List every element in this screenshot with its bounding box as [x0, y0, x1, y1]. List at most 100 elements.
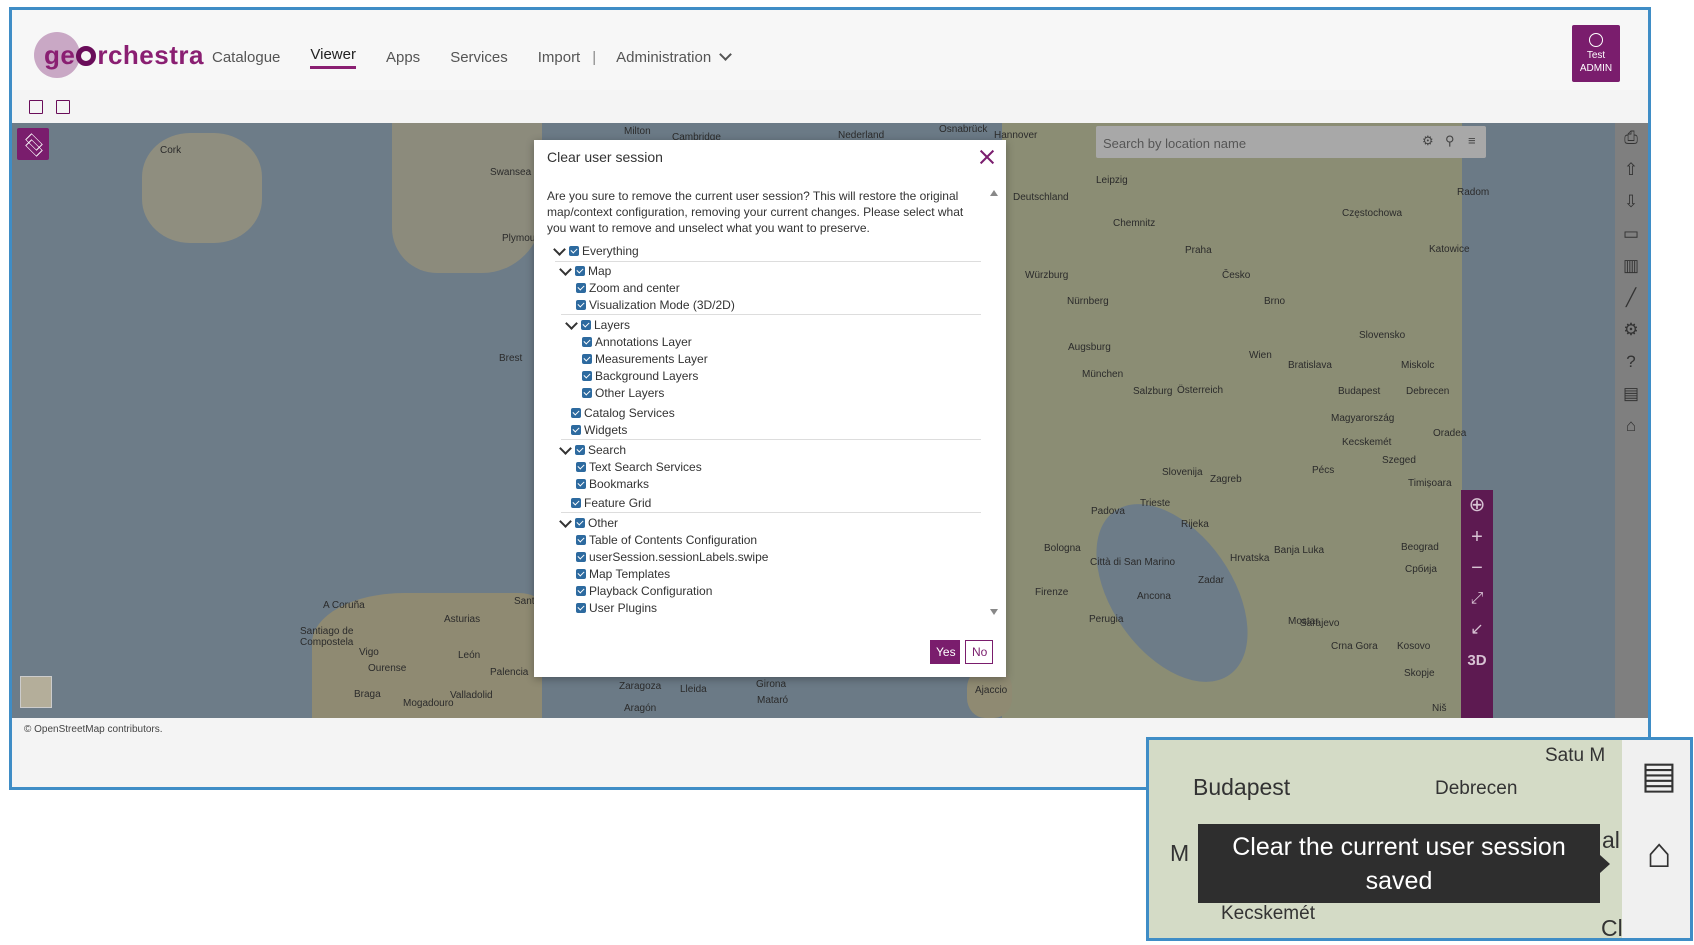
settings-icon[interactable]: ⚙ — [1621, 320, 1641, 340]
city-label: Mataró — [757, 695, 789, 706]
checkbox[interactable] — [576, 569, 586, 579]
book-icon[interactable]: ▤ — [1636, 757, 1682, 795]
chevron-down-icon[interactable] — [565, 316, 578, 330]
tree-node-zoom-center[interactable]: Zoom and center — [576, 281, 680, 295]
tree-node-widgets[interactable]: Widgets — [571, 423, 627, 437]
city-label: Radom — [1457, 187, 1490, 198]
checkbox[interactable] — [581, 320, 591, 330]
city-label: Mogadouro — [403, 698, 454, 709]
tree-node-map[interactable]: Map — [559, 262, 612, 278]
tree-label: Map — [588, 264, 612, 278]
tree-node-background-layers[interactable]: Background Layers — [582, 369, 698, 383]
tree-node-toc-config[interactable]: Table of Contents Configuration — [576, 533, 757, 547]
checkbox[interactable] — [582, 371, 592, 381]
checkbox[interactable] — [569, 246, 579, 256]
checkbox[interactable] — [576, 586, 586, 596]
zoom-in-icon[interactable]: + — [1461, 522, 1493, 552]
scroll-down-icon[interactable] — [990, 609, 998, 615]
nav-import[interactable]: Import — [538, 49, 581, 66]
tree-node-catalog-services[interactable]: Catalog Services — [571, 406, 675, 420]
city-label: München — [1082, 369, 1124, 380]
tree-node-text-search[interactable]: Text Search Services — [576, 460, 702, 474]
3d-toggle-button[interactable]: 3D — [1461, 646, 1493, 676]
logo[interactable]: ge rchestra — [34, 30, 203, 80]
tree-label: Table of Contents Configuration — [589, 533, 758, 547]
download-icon[interactable]: ⇩ — [1621, 192, 1641, 212]
tree-node-measurements[interactable]: Measurements Layer — [582, 352, 708, 366]
tree-node-playback[interactable]: Playback Configuration — [576, 584, 712, 598]
checkbox[interactable] — [571, 498, 581, 508]
scroll-up-icon[interactable] — [990, 190, 998, 196]
checkbox[interactable] — [575, 266, 585, 276]
fullscreen-icon[interactable]: ↙ — [1461, 615, 1493, 645]
tree-label: Other — [588, 516, 619, 530]
tree-node-search[interactable]: Search — [559, 441, 626, 457]
checkbox[interactable] — [576, 603, 586, 613]
checkbox[interactable] — [576, 535, 586, 545]
tree-node-bookmarks[interactable]: Bookmarks — [576, 477, 649, 491]
upload-icon[interactable]: ⇧ — [1621, 160, 1641, 180]
chevron-down-icon[interactable] — [559, 262, 572, 276]
checkbox[interactable] — [582, 337, 592, 347]
city-label: Kosovo — [1397, 641, 1431, 652]
tree-node-swipe[interactable]: userSession.sessionLabels.swipe — [576, 550, 768, 564]
tree-node-user-plugins[interactable]: User Plugins — [576, 601, 657, 615]
ruler-icon[interactable]: ╱ — [1621, 288, 1641, 308]
clear-session-icon[interactable]: ⌂ — [1621, 416, 1641, 436]
zoom-to-extent-icon[interactable]: ⤢ — [1461, 584, 1493, 614]
inset-city-label: Budapest — [1193, 774, 1291, 800]
checkbox[interactable] — [576, 552, 586, 562]
tree-node-layers[interactable]: Layers — [565, 316, 630, 332]
print-icon[interactable]: ⎙ — [1621, 128, 1641, 148]
checkbox[interactable] — [571, 425, 581, 435]
chevron-down-icon[interactable] — [553, 242, 566, 256]
book-icon[interactable]: ▤ — [1621, 384, 1641, 404]
checkbox[interactable] — [576, 479, 586, 489]
dialog-message: Are you sure to remove the current user … — [547, 189, 964, 235]
nav-apps[interactable]: Apps — [386, 49, 420, 66]
catalog-icon[interactable]: ▥ — [1621, 256, 1641, 276]
yes-button[interactable]: Yes — [930, 640, 960, 664]
save-as-icon[interactable] — [56, 100, 70, 114]
checkbox[interactable] — [576, 462, 586, 472]
tree-node-feature-grid[interactable]: Feature Grid — [571, 496, 651, 510]
clear-session-icon[interactable]: ⌂ — [1636, 830, 1682, 876]
search-input[interactable] — [1101, 130, 1405, 156]
chevron-down-icon[interactable] — [559, 514, 572, 528]
tree-node-visualization-mode[interactable]: Visualization Mode (3D/2D) — [576, 298, 735, 312]
gear-icon[interactable]: ⚙ — [1422, 134, 1434, 147]
chevron-down-icon[interactable] — [559, 441, 572, 455]
nav-viewer[interactable]: Viewer — [310, 46, 356, 69]
background-selector[interactable] — [20, 676, 52, 708]
checkbox[interactable] — [582, 354, 592, 364]
close-icon[interactable] — [980, 150, 994, 164]
save-icon[interactable] — [29, 100, 43, 114]
map[interactable]: Milton Cambridge Nederland Osnabrück Han… — [12, 123, 1615, 718]
user-menu-button[interactable]: Test ADMIN — [1572, 25, 1620, 82]
nav-services[interactable]: Services — [450, 49, 508, 66]
city-label: Szeged — [1382, 455, 1416, 466]
checkbox[interactable] — [582, 388, 592, 398]
nav-administration[interactable]: Administration — [616, 48, 733, 66]
locate-icon[interactable]: ⊕ — [1461, 490, 1493, 520]
city-label: Beograd — [1401, 542, 1439, 553]
checkbox[interactable] — [576, 283, 586, 293]
city-label: Vigo — [359, 647, 379, 658]
checkbox[interactable] — [575, 518, 585, 528]
menu-icon[interactable]: ≡ — [1468, 134, 1480, 147]
help-icon[interactable]: ? — [1621, 352, 1641, 372]
checkbox[interactable] — [575, 445, 585, 455]
folder-icon[interactable]: ▭ — [1621, 224, 1641, 244]
tree-node-other-layers[interactable]: Other Layers — [582, 386, 664, 400]
no-button[interactable]: No — [965, 640, 993, 664]
zoom-out-icon[interactable]: − — [1461, 553, 1493, 583]
tree-node-everything[interactable]: Everything — [553, 242, 639, 258]
checkbox[interactable] — [576, 300, 586, 310]
checkbox[interactable] — [571, 408, 581, 418]
layers-button[interactable] — [17, 128, 49, 160]
tree-node-other[interactable]: Other — [559, 514, 619, 530]
search-icon[interactable]: ⚲ — [1445, 134, 1457, 147]
tree-node-map-templates[interactable]: Map Templates — [576, 567, 670, 581]
nav-catalogue[interactable]: Catalogue — [212, 49, 280, 66]
tree-node-annotations[interactable]: Annotations Layer — [582, 335, 692, 349]
